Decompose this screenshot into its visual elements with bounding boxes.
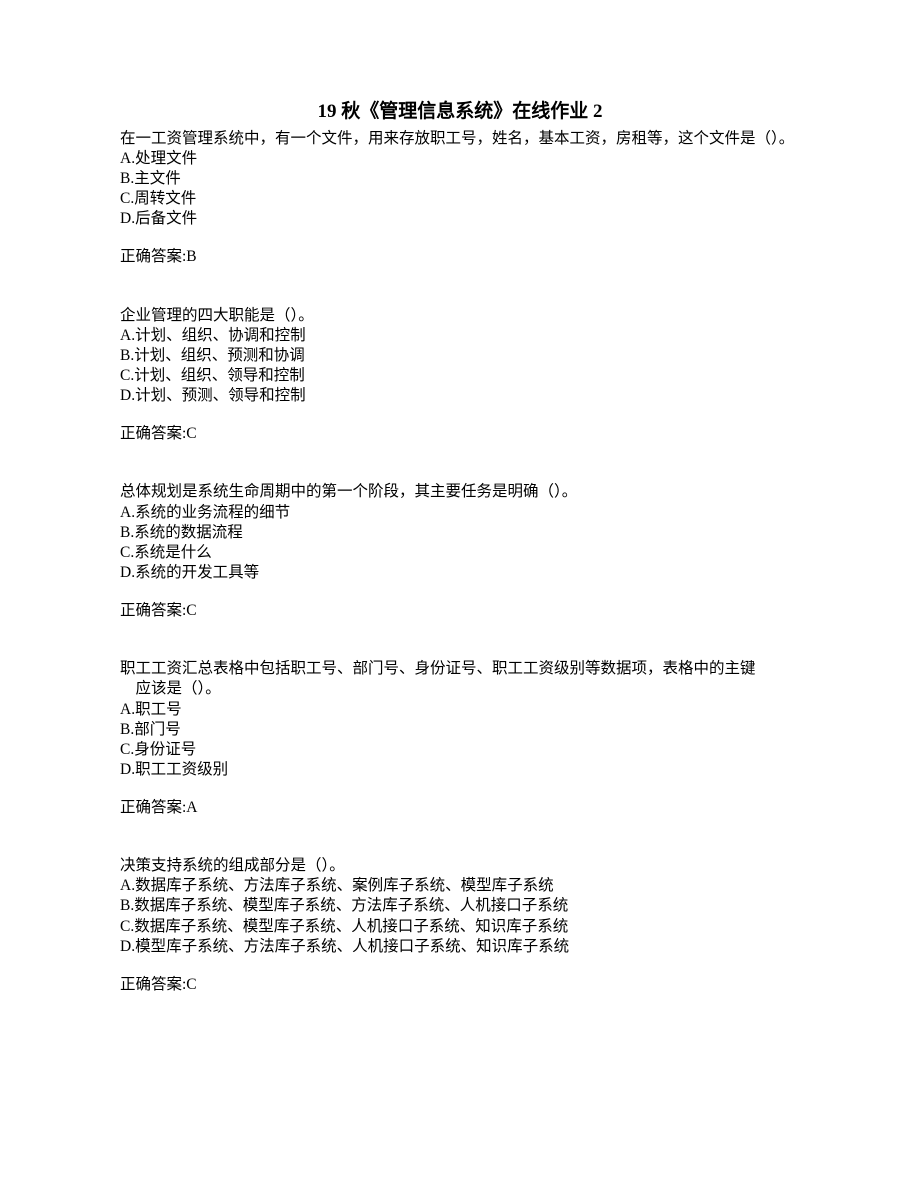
question-4: 职工工资汇总表格中包括职工号、部门号、身份证号、职工工资级别等数据项，表格中的主… (120, 659, 800, 818)
option-b: B.系统的数据流程 (120, 523, 800, 543)
question-text: 在一工资管理系统中，有一个文件，用来存放职工号，姓名，基本工资，房租等，这个文件… (120, 129, 800, 149)
option-d: D.模型库子系统、方法库子系统、人机接口子系统、知识库子系统 (120, 937, 800, 957)
option-d: D.后备文件 (120, 209, 800, 229)
option-b: B.计划、组织、预测和协调 (120, 346, 800, 366)
question-5: 决策支持系统的组成部分是（）。 A.数据库子系统、方法库子系统、案例库子系统、模… (120, 856, 800, 995)
options: A.数据库子系统、方法库子系统、案例库子系统、模型库子系统 B.数据库子系统、模… (120, 876, 800, 957)
options: A.职工号 B.部门号 C.身份证号 D.职工工资级别 (120, 700, 800, 781)
answer: 正确答案:C (120, 601, 800, 621)
option-d: D.计划、预测、领导和控制 (120, 386, 800, 406)
answer: 正确答案:A (120, 798, 800, 818)
question-text: 职工工资汇总表格中包括职工号、部门号、身份证号、职工工资级别等数据项，表格中的主… (120, 659, 800, 679)
options: A.系统的业务流程的细节 B.系统的数据流程 C.系统是什么 D.系统的开发工具… (120, 503, 800, 584)
option-b: B.数据库子系统、模型库子系统、方法库子系统、人机接口子系统 (120, 896, 800, 916)
question-text: 决策支持系统的组成部分是（）。 (120, 856, 800, 876)
question-text: 总体规划是系统生命周期中的第一个阶段，其主要任务是明确（）。 (120, 482, 800, 502)
answer: 正确答案:C (120, 975, 800, 995)
option-a: A.数据库子系统、方法库子系统、案例库子系统、模型库子系统 (120, 876, 800, 896)
option-b: B.部门号 (120, 720, 800, 740)
question-2: 企业管理的四大职能是（）。 A.计划、组织、协调和控制 B.计划、组织、预测和协… (120, 306, 800, 445)
page-title: 19 秋《管理信息系统》在线作业 2 (120, 100, 800, 125)
question-text-cont: 应该是（）。 (120, 679, 800, 699)
option-a: A.计划、组织、协调和控制 (120, 326, 800, 346)
options: A.处理文件 B.主文件 C.周转文件 D.后备文件 (120, 149, 800, 230)
options: A.计划、组织、协调和控制 B.计划、组织、预测和协调 C.计划、组织、领导和控… (120, 326, 800, 407)
question-3: 总体规划是系统生命周期中的第一个阶段，其主要任务是明确（）。 A.系统的业务流程… (120, 482, 800, 621)
option-c: C.计划、组织、领导和控制 (120, 366, 800, 386)
option-a: A.处理文件 (120, 149, 800, 169)
option-d: D.系统的开发工具等 (120, 563, 800, 583)
answer: 正确答案:B (120, 247, 800, 267)
option-c: C.周转文件 (120, 189, 800, 209)
option-c: C.身份证号 (120, 740, 800, 760)
option-a: A.职工号 (120, 700, 800, 720)
question-text: 企业管理的四大职能是（）。 (120, 306, 800, 326)
answer: 正确答案:C (120, 424, 800, 444)
option-c: C.系统是什么 (120, 543, 800, 563)
option-a: A.系统的业务流程的细节 (120, 503, 800, 523)
question-1: 在一工资管理系统中，有一个文件，用来存放职工号，姓名，基本工资，房租等，这个文件… (120, 129, 800, 268)
option-c: C.数据库子系统、模型库子系统、人机接口子系统、知识库子系统 (120, 917, 800, 937)
option-b: B.主文件 (120, 169, 800, 189)
option-d: D.职工工资级别 (120, 760, 800, 780)
